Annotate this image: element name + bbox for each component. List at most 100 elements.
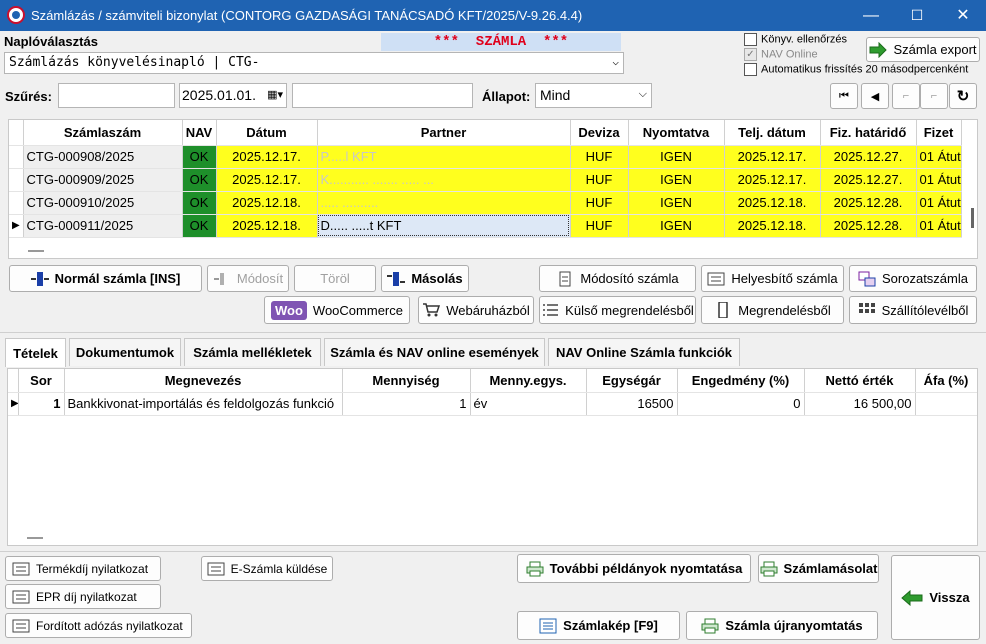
sorozatszamla-button[interactable]: Sorozatszámla <box>849 265 977 292</box>
nav-online-checkbox[interactable]: ✓ NAV Online <box>744 48 818 61</box>
szamla-export-button[interactable]: Számla export <box>866 37 980 62</box>
series-icon <box>858 271 876 287</box>
column-header[interactable]: Nyomtatva <box>628 120 725 146</box>
column-header[interactable]: Partner <box>317 120 571 146</box>
invoice-preview-icon <box>539 618 557 634</box>
printed: IGEN <box>628 145 725 169</box>
webaruhaz-button[interactable]: Webáruházból <box>418 296 534 324</box>
table-row-selected[interactable]: ▶ CTG-000911/2025 OK 2025.12.18. D..... … <box>9 214 962 238</box>
tab-nav-funkciok[interactable]: NAV Online Számla funkciók <box>548 338 740 366</box>
modosito-szamla-button[interactable]: Módosító számla <box>539 265 696 292</box>
auto-refresh-checkbox[interactable]: Automatikus frissítés 20 másodpercenként <box>744 63 968 76</box>
torol-label: Töröl <box>320 271 350 286</box>
table-row[interactable]: CTG-000910/2025 OK 2025.12.18. ..... ...… <box>9 191 962 215</box>
minimize-button[interactable]: — <box>848 0 894 31</box>
woocommerce-button[interactable]: Woo WooCommerce <box>264 296 410 324</box>
date-picker[interactable]: 2025.01.01. ▦▾ <box>179 83 287 108</box>
table-row[interactable]: CTG-000909/2025 OK 2025.12.17. K........… <box>9 168 962 192</box>
masolas-label: Másolás <box>411 271 463 286</box>
kulso-megrendeles-button[interactable]: Külső megrendelésből <box>539 296 696 324</box>
vertical-scrollbar[interactable] <box>971 208 974 228</box>
column-header[interactable]: Dátum <box>216 120 318 146</box>
column-header[interactable]: Engedmény (%) <box>677 369 805 393</box>
tab-nav-esemenyek[interactable]: Számla és NAV online események <box>324 338 545 366</box>
szallitolevel-button[interactable]: Szállítólevélből <box>849 296 977 324</box>
column-header[interactable]: Áfa (%) <box>915 369 977 393</box>
row-indicator <box>9 168 24 192</box>
epr-button[interactable]: EPR díj nyilatkozat <box>5 584 161 609</box>
column-header[interactable]: Egységár <box>586 369 678 393</box>
row-indicator-header <box>9 120 24 146</box>
prev-record-button[interactable]: ◀ <box>861 83 889 109</box>
masolas-button[interactable]: Másolás <box>381 265 469 292</box>
nav-status: OK <box>182 168 217 192</box>
konyv-ellenorzes-label: Könyv. ellenőrzés <box>761 33 848 46</box>
last-record-button[interactable]: ⌐ <box>920 83 948 109</box>
e-szamla-kuldes-button[interactable]: E-Számla küldése <box>201 556 333 581</box>
close-button[interactable]: ✕ <box>940 0 986 31</box>
first-record-button[interactable]: ⏮ <box>830 83 858 109</box>
modosit-button[interactable]: Módosít <box>207 265 289 292</box>
item-vat <box>915 392 977 416</box>
tovabbi-peldanyok-button[interactable]: További példányok nyomtatása <box>517 554 751 583</box>
szures-label: Szűrés: <box>5 89 52 104</box>
row-indicator <box>9 145 24 169</box>
column-header[interactable]: Megnevezés <box>64 369 343 393</box>
export-label: Számla export <box>893 42 977 57</box>
row-indicator-header <box>8 369 19 393</box>
horizontal-scrollbar[interactable] <box>27 537 43 539</box>
tab-szamla-mellekletek[interactable]: Számla mellékletek <box>184 338 321 366</box>
column-header[interactable]: Fizet <box>916 120 962 146</box>
column-header[interactable]: Menny.egys. <box>470 369 587 393</box>
filter-text-input[interactable] <box>58 83 175 108</box>
torol-button[interactable]: Töröl <box>294 265 376 292</box>
ujranyomtatas-label: Számla újranyomtatás <box>725 618 863 633</box>
vissza-button[interactable]: Vissza <box>891 555 980 640</box>
tab-tetelek[interactable]: Tételek <box>5 338 66 367</box>
row-indicator <box>9 191 24 215</box>
tab-dokumentumok[interactable]: Dokumentumok <box>69 338 181 366</box>
column-header[interactable]: Számlaszám <box>23 120 183 146</box>
megrendeles-button[interactable]: Megrendelésből <box>701 296 844 324</box>
szamlakep-button[interactable]: Számlakép [F9] <box>517 611 680 640</box>
first-icon: ⏮ <box>839 89 849 102</box>
invoice-number: CTG-000910/2025 <box>23 191 183 215</box>
forditott-adozas-button[interactable]: Fordított adózás nyilatkozat <box>5 613 192 638</box>
chevron-down-icon: ⌵ <box>612 55 619 68</box>
megrendeles-label: Megrendelésből <box>738 302 831 318</box>
column-header[interactable]: Deviza <box>570 120 629 146</box>
maximize-button[interactable]: ☐ <box>894 0 940 31</box>
allapot-select[interactable]: Mind ⌵ <box>535 83 652 108</box>
next-record-button[interactable]: ⌐ <box>892 83 920 109</box>
szamla-ujranyomtatas-button[interactable]: Számla újranyomtatás <box>686 611 878 640</box>
invoice-date: 2025.12.18. <box>216 191 318 215</box>
currency: HUF <box>570 145 629 169</box>
column-header[interactable]: Sor <box>18 369 65 393</box>
konyv-ellenorzes-checkbox[interactable]: Könyv. ellenőrzés <box>744 33 847 46</box>
refresh-button[interactable]: ↻ <box>949 83 977 109</box>
column-header[interactable]: Telj. dátum <box>724 120 821 146</box>
helyesbito-szamla-button[interactable]: Helyesbítő számla <box>701 265 844 292</box>
refresh-icon: ↻ <box>956 88 970 105</box>
partner[interactable]: D..... .....t KFT <box>317 214 571 238</box>
table-row[interactable]: CTG-000908/2025 OK 2025.12.17. P.....l K… <box>9 145 962 169</box>
naplo-select[interactable]: Számlázás könyvelésinapló | CTG- ⌵ <box>4 52 624 74</box>
column-header[interactable]: Fiz. határidő <box>820 120 917 146</box>
partner: K........... ....... ..... ... <box>317 168 571 192</box>
fulfillment-date: 2025.12.17. <box>724 168 821 192</box>
normal-szamla-button[interactable]: Normál számla [INS] <box>9 265 202 292</box>
calendar-icon[interactable]: ▦▾ <box>267 88 283 101</box>
fulfillment-date: 2025.12.18. <box>724 214 821 238</box>
items-grid[interactable]: Sor Megnevezés Mennyiség Menny.egys. Egy… <box>7 368 978 546</box>
horizontal-scrollbar[interactable] <box>28 250 44 252</box>
invoice-grid[interactable]: Számlaszám NAV Dátum Partner Deviza Nyom… <box>8 119 978 259</box>
chevron-down-icon: ⌵ <box>638 88 647 100</box>
filter-text-input-2[interactable] <box>292 83 473 108</box>
szamlamasolat-button[interactable]: Számlamásolat <box>758 554 879 583</box>
column-header[interactable]: NAV <box>182 120 217 146</box>
table-row[interactable]: ▶ 1 Bankkivonat-importálás és feldolgozá… <box>8 392 977 416</box>
modosit-label: Módosít <box>236 271 284 286</box>
column-header[interactable]: Mennyiség <box>342 369 471 393</box>
column-header[interactable]: Nettó érték <box>804 369 916 393</box>
termekdij-button[interactable]: Termékdíj nyilatkozat <box>5 556 161 581</box>
